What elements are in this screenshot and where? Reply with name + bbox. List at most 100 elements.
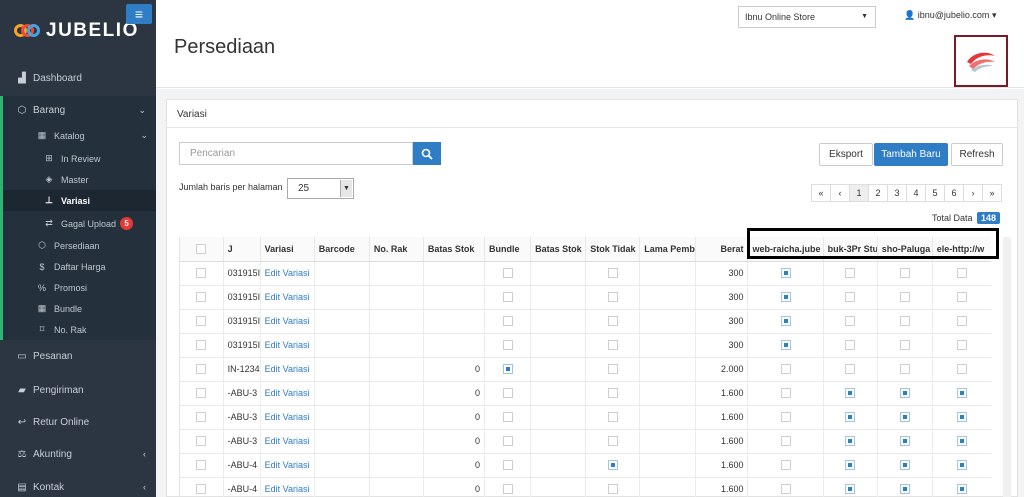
column-header[interactable]: ele-http://w xyxy=(932,237,991,262)
vertical-scrollbar[interactable] xyxy=(1003,237,1011,497)
nav-kontak[interactable]: ▤ Kontak ‹ xyxy=(0,473,156,497)
search-button[interactable] xyxy=(413,142,441,165)
row-checkbox[interactable] xyxy=(196,268,207,279)
row-checkbox[interactable] xyxy=(780,292,791,303)
page-3[interactable]: 3 xyxy=(887,184,907,202)
sidebar-item-promosi[interactable]: % Promosi xyxy=(3,277,156,298)
column-header[interactable]: J xyxy=(223,237,261,262)
column-header[interactable]: Variasi xyxy=(260,237,315,262)
row-checkbox[interactable] xyxy=(956,484,967,495)
row-checkbox[interactable] xyxy=(899,340,910,351)
column-header[interactable]: Berat xyxy=(695,237,749,262)
edit-variation-link[interactable]: Edit Variasi xyxy=(260,453,315,478)
page-5[interactable]: 5 xyxy=(925,184,945,202)
row-checkbox[interactable] xyxy=(502,364,513,375)
row-checkbox[interactable] xyxy=(899,484,910,495)
sidebar-item-variasi[interactable]: ⊥ Variasi xyxy=(3,190,156,211)
refresh-button[interactable]: Refresh xyxy=(951,143,1003,166)
column-header[interactable]: Barcode xyxy=(314,237,370,262)
row-checkbox[interactable] xyxy=(607,364,618,375)
row-checkbox[interactable] xyxy=(502,340,513,351)
column-header[interactable]: web-raicha.jube xyxy=(747,237,824,262)
row-checkbox[interactable] xyxy=(899,460,910,471)
row-checkbox[interactable] xyxy=(502,484,513,495)
nav-dashboard[interactable]: ▟ Dashboard xyxy=(0,64,156,92)
row-checkbox[interactable] xyxy=(956,412,967,423)
row-checkbox[interactable] xyxy=(196,340,207,351)
nav-barang[interactable]: ⬡ Barang ⌄ xyxy=(0,96,156,124)
row-checkbox[interactable] xyxy=(780,316,791,327)
row-checkbox[interactable] xyxy=(899,268,910,279)
select-all-checkbox[interactable] xyxy=(196,244,207,255)
row-checkbox[interactable] xyxy=(845,388,856,399)
sidebar-item-bundle[interactable]: ▦ Bundle xyxy=(3,298,156,319)
page-last[interactable]: » xyxy=(982,184,1002,202)
sidebar-item-katalog[interactable]: ▦ Katalog ⌄ xyxy=(3,125,156,146)
row-checkbox[interactable] xyxy=(780,340,791,351)
sidebar-item-gagal-upload[interactable]: ⇄ Gagal Upload 5 xyxy=(3,213,156,234)
row-checkbox[interactable] xyxy=(845,484,856,495)
store-select[interactable]: Ibnu Online Store ▼ xyxy=(738,6,876,28)
rows-per-page-select[interactable]: 25 ▼ xyxy=(287,178,354,199)
row-checkbox[interactable] xyxy=(607,316,618,327)
edit-variation-link[interactable]: Edit Variasi xyxy=(260,261,315,286)
row-checkbox[interactable] xyxy=(607,484,618,495)
row-checkbox[interactable] xyxy=(196,316,207,327)
row-checkbox[interactable] xyxy=(899,412,910,423)
sidebar-item-master[interactable]: ◈ Master xyxy=(3,169,156,190)
row-checkbox[interactable] xyxy=(845,460,856,471)
column-header[interactable]: Lama Pemb xyxy=(639,237,697,262)
page-4[interactable]: 4 xyxy=(906,184,926,202)
row-checkbox[interactable] xyxy=(196,412,207,423)
row-checkbox[interactable] xyxy=(845,436,856,447)
sidebar-item-daftar-harga[interactable]: $ Daftar Harga xyxy=(3,256,156,277)
row-checkbox[interactable] xyxy=(502,436,513,447)
row-checkbox[interactable] xyxy=(899,388,910,399)
row-checkbox[interactable] xyxy=(502,292,513,303)
column-header[interactable]: No. Rak xyxy=(369,237,424,262)
jubelio-logo[interactable]: JUBELIO xyxy=(14,19,139,43)
menu-toggle-button[interactable]: ≡ xyxy=(126,4,152,24)
row-checkbox[interactable] xyxy=(607,436,618,447)
row-checkbox[interactable] xyxy=(502,268,513,279)
row-checkbox[interactable] xyxy=(607,268,618,279)
row-checkbox[interactable] xyxy=(780,388,791,399)
edit-variation-link[interactable]: Edit Variasi xyxy=(260,285,315,310)
edit-variation-link[interactable]: Edit Variasi xyxy=(260,405,315,430)
row-checkbox[interactable] xyxy=(780,436,791,447)
row-checkbox[interactable] xyxy=(956,436,967,447)
row-checkbox[interactable] xyxy=(196,436,207,447)
export-button[interactable]: Eksport xyxy=(819,143,873,166)
row-checkbox[interactable] xyxy=(956,292,967,303)
row-checkbox[interactable] xyxy=(956,388,967,399)
row-checkbox[interactable] xyxy=(196,292,207,303)
row-checkbox[interactable] xyxy=(502,460,513,471)
row-checkbox[interactable] xyxy=(956,460,967,471)
column-header[interactable]: Batas Stok xyxy=(530,237,587,262)
edit-variation-link[interactable]: Edit Variasi xyxy=(260,333,315,358)
row-checkbox[interactable] xyxy=(196,364,207,375)
edit-variation-link[interactable]: Edit Variasi xyxy=(260,477,315,497)
row-checkbox[interactable] xyxy=(780,484,791,495)
sidebar-item-persediaan[interactable]: ⬡ Persediaan xyxy=(3,235,156,256)
row-checkbox[interactable] xyxy=(899,292,910,303)
row-checkbox[interactable] xyxy=(956,316,967,327)
row-checkbox[interactable] xyxy=(780,268,791,279)
row-checkbox[interactable] xyxy=(607,460,618,471)
row-checkbox[interactable] xyxy=(502,388,513,399)
page-prev[interactable]: ‹ xyxy=(830,184,850,202)
row-checkbox[interactable] xyxy=(956,364,967,375)
page-first[interactable]: « xyxy=(811,184,831,202)
edit-variation-link[interactable]: Edit Variasi xyxy=(260,429,315,454)
column-header[interactable]: Stok Tidak xyxy=(585,237,641,262)
row-checkbox[interactable] xyxy=(502,316,513,327)
row-checkbox[interactable] xyxy=(196,484,207,495)
page-next[interactable]: › xyxy=(963,184,983,202)
row-checkbox[interactable] xyxy=(196,460,207,471)
row-checkbox[interactable] xyxy=(845,292,856,303)
row-checkbox[interactable] xyxy=(899,436,910,447)
row-checkbox[interactable] xyxy=(899,364,910,375)
add-new-button[interactable]: Tambah Baru xyxy=(874,143,948,166)
row-checkbox[interactable] xyxy=(845,268,856,279)
nav-pesanan[interactable]: ▭ Pesanan xyxy=(0,342,156,370)
